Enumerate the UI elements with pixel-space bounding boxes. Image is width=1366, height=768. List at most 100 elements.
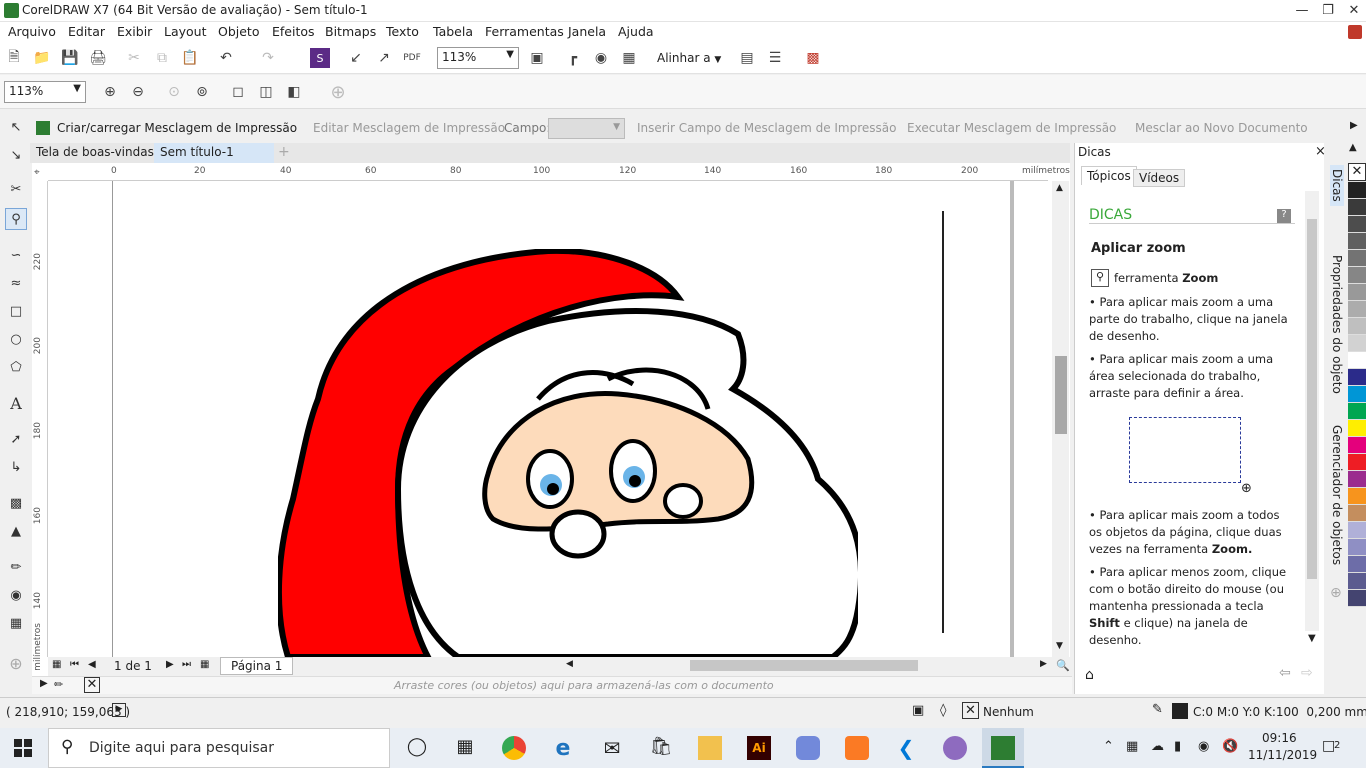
xampp-icon[interactable] xyxy=(845,736,869,760)
restore-button[interactable]: ❐ xyxy=(1314,0,1342,22)
page-tab[interactable]: Página 1 xyxy=(220,657,294,675)
palette-menu-icon[interactable]: ▶ xyxy=(40,678,48,689)
tab-untitled-1[interactable]: Sem título-1 xyxy=(154,143,274,163)
battery-icon[interactable]: ▮ xyxy=(1174,739,1181,754)
docker-scroll-thumb[interactable] xyxy=(1307,219,1317,579)
palette-swatch[interactable] xyxy=(1348,590,1366,607)
parallel-dimension-icon[interactable]: ➚ xyxy=(5,428,27,450)
palette-scroll-up-icon[interactable]: ▲ xyxy=(1349,142,1357,153)
outline-color-swatch[interactable] xyxy=(1172,703,1188,719)
horizontal-scroll-thumb[interactable] xyxy=(690,660,918,671)
paste-icon[interactable]: 📋 xyxy=(180,48,200,68)
last-page-icon[interactable]: ⏭ xyxy=(182,659,191,670)
windows-start-icon[interactable] xyxy=(14,739,32,757)
interactive-fill-icon[interactable]: ◉ xyxy=(5,584,27,606)
palette-swatch[interactable] xyxy=(1348,556,1366,573)
zoom-all-objects-icon[interactable]: ⊚ xyxy=(192,82,212,102)
menu-ajuda[interactable]: Ajuda xyxy=(618,24,654,39)
side-tab-object-properties[interactable]: Propriedades do objeto xyxy=(1330,255,1344,394)
help-icon[interactable]: ? xyxy=(1277,209,1291,223)
docker-close-icon[interactable]: × xyxy=(1315,144,1326,159)
field-select[interactable]: ▼ xyxy=(548,118,625,139)
menu-tabela[interactable]: Tabela xyxy=(433,24,473,39)
palette-swatch[interactable] xyxy=(1348,573,1366,590)
add-icon[interactable]: ⊕ xyxy=(328,82,348,103)
freehand-tool-icon[interactable]: ∽ xyxy=(5,244,27,266)
palette-swatch[interactable] xyxy=(1348,267,1366,284)
zoom-to-page-icon[interactable]: ◻ xyxy=(228,82,248,102)
palette-swatch[interactable] xyxy=(1348,216,1366,233)
minimize-button[interactable]: — xyxy=(1288,0,1316,22)
status-menu-icon[interactable]: ▶ xyxy=(112,703,126,717)
scroll-left-icon[interactable]: ◀ xyxy=(566,659,573,669)
clock-date[interactable]: 11/11/2019 xyxy=(1248,748,1317,762)
show-grid-icon[interactable]: ◉ xyxy=(591,48,611,68)
menu-bitmaps[interactable]: Bitmaps xyxy=(325,24,376,39)
print-icon[interactable]: 🖨 xyxy=(88,48,108,68)
vertical-scrollbar[interactable]: ▲ ▼ xyxy=(1052,181,1069,657)
pick-tool-icon[interactable]: ↖ xyxy=(5,116,27,138)
no-fill-swatch[interactable]: ✕ xyxy=(962,702,979,719)
zoom-select[interactable]: 113% ▼ xyxy=(437,47,519,69)
horizontal-ruler[interactable]: 0 20 40 60 80 100 120 140 160 180 200 mi… xyxy=(48,165,1070,181)
no-color-swatch[interactable]: ✕ xyxy=(84,677,100,693)
docker-scroll-down-icon[interactable]: ▼ xyxy=(1308,633,1316,644)
tray-icon[interactable]: ▦ xyxy=(1126,739,1138,754)
show-rulers-icon[interactable]: ┏ xyxy=(563,48,583,68)
export-icon[interactable]: ↗ xyxy=(374,48,394,68)
undo-icon[interactable]: ↶ xyxy=(216,48,236,68)
redo-icon[interactable]: ↷ xyxy=(258,48,278,68)
volume-icon[interactable]: 🔇 xyxy=(1222,739,1238,754)
artistic-media-icon[interactable]: ≈ xyxy=(5,272,27,294)
palette-eyedropper-icon[interactable]: ✏ xyxy=(54,678,63,691)
side-tab-hints[interactable]: Dicas xyxy=(1330,165,1344,206)
next-page-icon[interactable]: ▶ xyxy=(166,659,174,670)
vscode-icon[interactable]: ❮ xyxy=(894,736,918,760)
customize-add-icon[interactable]: ⊕ xyxy=(5,652,27,674)
file-explorer-icon[interactable] xyxy=(698,736,722,760)
add-page-after-icon[interactable]: ▦ xyxy=(200,659,209,670)
app-icon[interactable] xyxy=(943,736,967,760)
show-hidden-icons[interactable]: ⌃ xyxy=(1103,739,1114,754)
new-document-icon[interactable]: 🗎 xyxy=(4,48,24,68)
back-arrow-icon[interactable]: ⇦ xyxy=(1279,665,1291,681)
show-guidelines-icon[interactable]: ▦ xyxy=(619,48,639,68)
palette-swatch[interactable] xyxy=(1348,403,1366,420)
home-icon[interactable]: ⌂ xyxy=(1085,667,1094,683)
insert-merge-field-button[interactable]: Inserir Campo de Mesclagem de Impressão xyxy=(637,121,897,135)
tab-videos[interactable]: Vídeos xyxy=(1133,169,1186,187)
text-tool-icon[interactable]: A xyxy=(5,392,27,414)
scroll-right-icon[interactable]: ▶ xyxy=(1040,659,1047,669)
zoom-selected-icon[interactable]: ⊙ xyxy=(164,82,184,102)
import-icon[interactable]: ↙ xyxy=(346,48,366,68)
menu-janela[interactable]: Janela xyxy=(568,24,606,39)
create-merge-button[interactable]: Criar/carregar Mesclagem de Impressão xyxy=(57,121,297,135)
menu-layout[interactable]: Layout xyxy=(164,24,207,39)
cortana-icon[interactable]: ◯ xyxy=(405,736,429,760)
palette-swatch[interactable] xyxy=(1348,352,1366,369)
chrome-icon[interactable] xyxy=(502,736,526,760)
application-launcher-icon[interactable]: ▩ xyxy=(803,48,823,68)
zoom-out-icon[interactable]: ⊖ xyxy=(128,82,148,102)
palette-swatch[interactable] xyxy=(1348,284,1366,301)
transparency-tool-icon[interactable]: ▲ xyxy=(5,520,27,542)
edit-merge-button[interactable]: Editar Mesclagem de Impressão xyxy=(313,121,505,135)
palette-no-color-swatch[interactable]: ✕ xyxy=(1348,163,1366,181)
merge-new-document-button[interactable]: Mesclar ao Novo Documento xyxy=(1135,121,1308,135)
network-icon[interactable]: ◉ xyxy=(1198,739,1209,754)
palette-swatch[interactable] xyxy=(1348,182,1366,199)
menu-editar[interactable]: Editar xyxy=(68,24,105,39)
clock-time[interactable]: 09:16 xyxy=(1262,731,1297,745)
search-content-icon[interactable]: S xyxy=(310,48,330,68)
execute-merge-button[interactable]: Executar Mesclagem de Impressão xyxy=(907,121,1116,135)
menu-texto[interactable]: Texto xyxy=(386,24,419,39)
previous-page-icon[interactable]: ◀ xyxy=(88,659,96,670)
menu-ferramentas[interactable]: Ferramentas xyxy=(485,24,564,39)
connector-tool-icon[interactable]: ↳ xyxy=(5,456,27,478)
crop-tool-icon[interactable]: ✂ xyxy=(5,178,27,200)
santa-illustration[interactable] xyxy=(278,249,858,657)
palette-swatch[interactable] xyxy=(1348,488,1366,505)
palette-swatch[interactable] xyxy=(1348,539,1366,556)
zoom-page-width-icon[interactable]: ◫ xyxy=(256,82,276,102)
taskbar-search-box[interactable]: ⚲ Digite aqui para pesquisar xyxy=(48,728,390,768)
